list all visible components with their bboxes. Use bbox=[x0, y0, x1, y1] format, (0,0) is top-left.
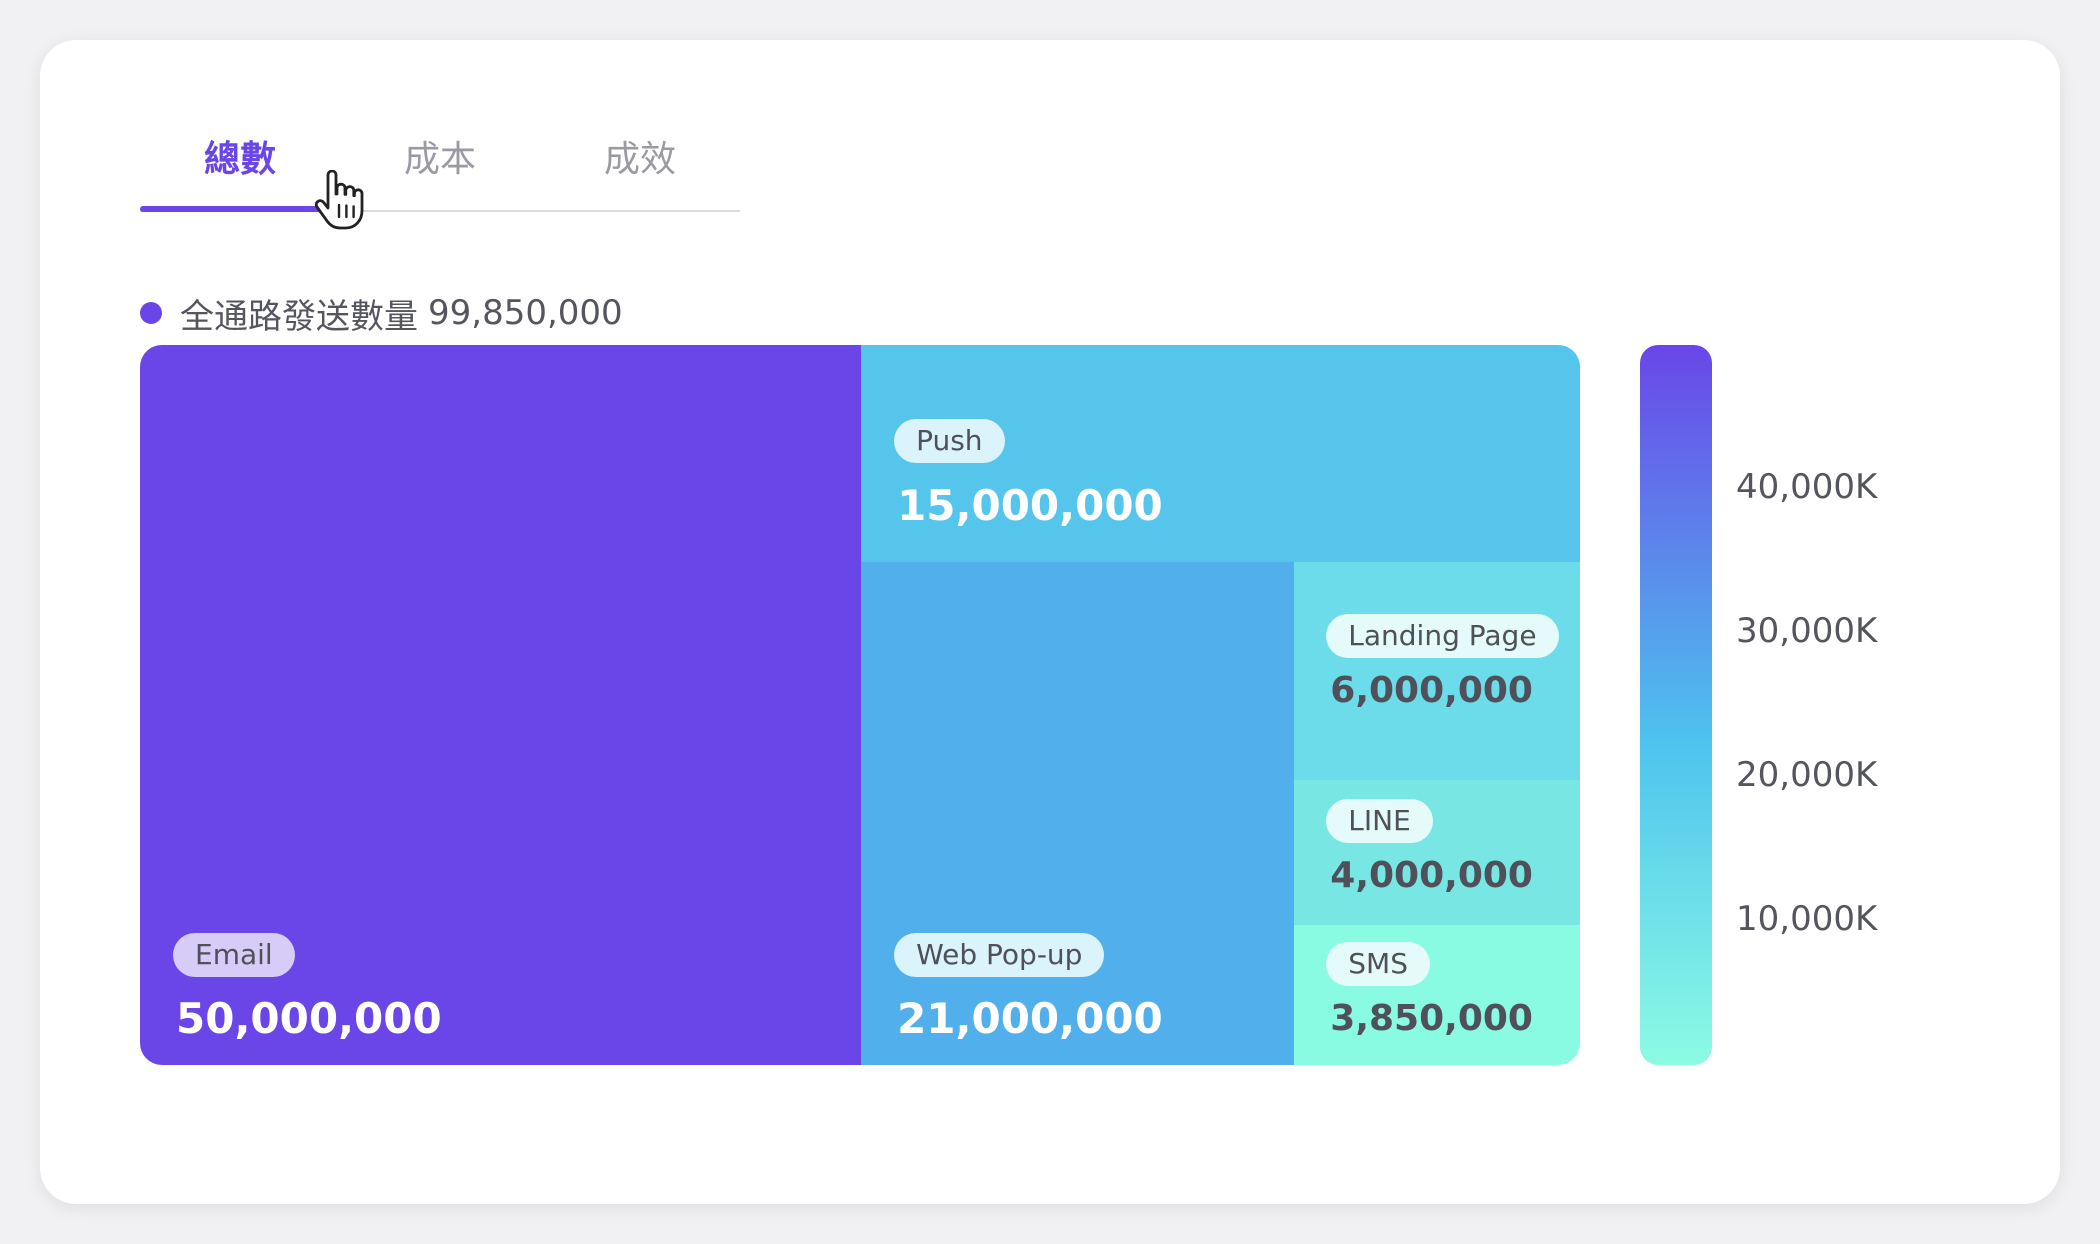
hand-cursor-icon bbox=[314, 170, 364, 230]
treemap-label-email: Email bbox=[173, 933, 295, 977]
treemap-value-line: 4,000,000 bbox=[1330, 855, 1533, 897]
tab-cost[interactable]: 成本 bbox=[340, 130, 540, 200]
treemap-cell-landing-page[interactable]: Landing Page 6,000,000 bbox=[1294, 561, 1580, 780]
treemap-cell-web-pop-up[interactable]: Web Pop-up 21,000,000 bbox=[861, 561, 1295, 1065]
treemap-value-email: 50,000,000 bbox=[176, 994, 442, 1043]
treemap-cell-push[interactable]: Push 15,000,000 bbox=[861, 345, 1580, 562]
scale-tick-40000: 40,000K bbox=[1736, 467, 1878, 507]
color-scale-bar bbox=[1640, 345, 1712, 1065]
scale-tick-20000: 20,000K bbox=[1736, 755, 1878, 795]
treemap-cell-line[interactable]: LINE 4,000,000 bbox=[1294, 779, 1580, 926]
treemap-label-sms: SMS bbox=[1326, 942, 1430, 987]
scale-tick-30000: 30,000K bbox=[1736, 611, 1878, 651]
treemap-value-sms: 3,850,000 bbox=[1330, 998, 1533, 1040]
treemap-value-push: 15,000,000 bbox=[897, 481, 1163, 530]
treemap-label-web-pop-up: Web Pop-up bbox=[894, 932, 1105, 977]
legend-label: 全通路發送數量 bbox=[180, 296, 418, 337]
treemap-label-line: LINE bbox=[1326, 799, 1433, 844]
treemap-value-web-pop-up: 21,000,000 bbox=[897, 993, 1163, 1043]
chart-legend: 全通路發送數量 99,850,000 bbox=[140, 288, 623, 338]
legend-total: 99,850,000 bbox=[428, 293, 623, 333]
legend-dot bbox=[140, 302, 162, 324]
treemap-value-landing-page: 6,000,000 bbox=[1330, 669, 1533, 711]
treemap-cell-email[interactable]: Email 50,000,000 bbox=[140, 345, 862, 1065]
treemap-cell-sms[interactable]: SMS 3,850,000 bbox=[1294, 925, 1580, 1065]
tab-bar: 總數 成本 成效 bbox=[140, 130, 740, 212]
scale-tick-10000: 10,000K bbox=[1736, 899, 1878, 939]
treemap: Email 50,000,000 Push 15,000,000 Web Pop-up 2… bbox=[140, 345, 1580, 1065]
treemap-label-push: Push bbox=[894, 419, 1005, 463]
treemap-label-landing-page: Landing Page bbox=[1326, 613, 1559, 658]
tab-performance[interactable]: 成效 bbox=[540, 130, 740, 200]
